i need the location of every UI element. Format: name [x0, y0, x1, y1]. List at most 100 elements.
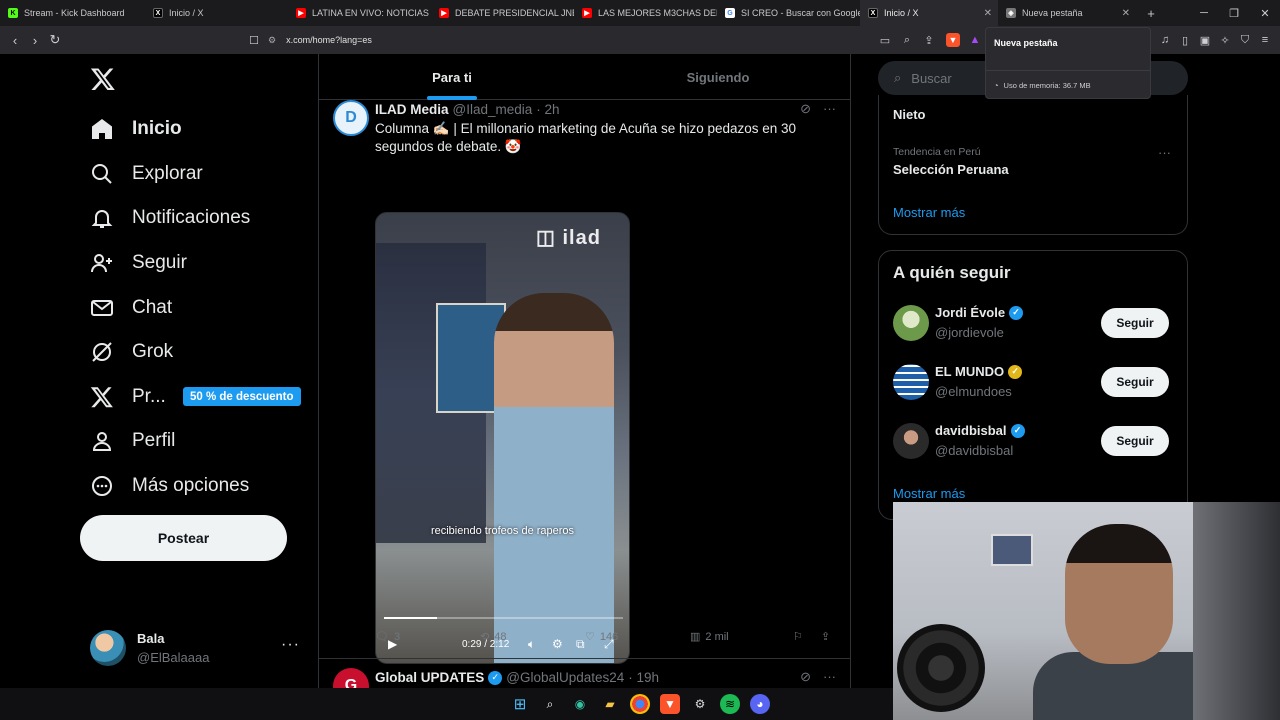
tab-for-you[interactable]: Para ti [319, 54, 585, 100]
sidebar-item-chat[interactable]: Chat [90, 288, 172, 328]
browser-tab[interactable]: X Inicio / X [145, 0, 288, 26]
like-button[interactable]: ♡ 146 [585, 630, 618, 644]
folder-icon[interactable]: ▰ [600, 694, 620, 714]
avatar[interactable] [893, 364, 929, 400]
author-handle[interactable]: @Ilad_media [453, 102, 533, 117]
sidebar-toggle-icon[interactable]: ▯ [1178, 33, 1192, 47]
url-field[interactable]: ⚙ x.com/home?lang=es [268, 30, 968, 50]
user-name[interactable]: davidbisbal [935, 423, 1007, 438]
browser-tab[interactable]: ◈ Nueva pestaña ✕ [998, 0, 1136, 26]
rewards-icon[interactable]: ▲ [968, 33, 982, 47]
music-icon[interactable]: ♫ [1158, 33, 1172, 47]
close-icon[interactable]: ✕ [1122, 8, 1130, 19]
premium-discount-badge[interactable]: 50 % de descuento [183, 387, 301, 406]
post[interactable]: D ILAD Media @Ilad_media · 2h ⊘ ··· Colu… [319, 100, 850, 666]
follow-suggestion[interactable]: Jordi Évole ✓ @jordievole Seguir [893, 303, 1183, 343]
minimize-icon[interactable]: ─ [1189, 0, 1219, 26]
back-icon[interactable]: ‹ [5, 26, 25, 54]
share-icon[interactable]: ⇪ [922, 33, 936, 47]
reply-button[interactable]: 🗨︎ 3 [375, 630, 400, 644]
post-time[interactable]: · 2h [536, 102, 559, 117]
sidebar-item-follow[interactable]: Seguir [90, 243, 187, 283]
browser-tab[interactable]: G SI CREO - Buscar con Google [717, 0, 860, 26]
views-button[interactable]: ▥ 2 mil [690, 630, 729, 644]
post[interactable]: G Global UPDATES ✓ @GlobalUpdates24 · 19… [319, 668, 850, 688]
sidebar-item-home[interactable]: Inicio [90, 109, 182, 149]
sidebar-item-grok[interactable]: Grok [90, 332, 173, 372]
video-progress-bar[interactable] [384, 617, 623, 619]
follow-button[interactable]: Seguir [1101, 308, 1169, 338]
follow-button[interactable]: Seguir [1101, 367, 1169, 397]
vpn-icon[interactable]: ⛉ [1238, 33, 1252, 47]
windows-start-icon[interactable]: ⊞ [510, 694, 530, 714]
maximize-icon[interactable]: ❐ [1219, 0, 1249, 26]
avatar[interactable]: D [333, 100, 369, 136]
brave-icon[interactable]: ▼ [660, 694, 680, 714]
follow-button[interactable]: Seguir [1101, 426, 1169, 456]
user-name[interactable]: EL MUNDO [935, 364, 1004, 379]
site-settings-icon[interactable]: ⚙ [268, 35, 276, 46]
user-handle[interactable]: @jordievole [935, 325, 1004, 340]
user-handle[interactable]: @elmundoes [935, 384, 1012, 399]
window-close-icon[interactable]: ✕ [1250, 0, 1280, 26]
sidebar-item-explore[interactable]: Explorar [90, 154, 203, 194]
more-icon[interactable]: ··· [1158, 145, 1171, 160]
reload-icon[interactable]: ↻ [45, 26, 65, 54]
avatar[interactable]: G [333, 668, 369, 688]
sidebar-item-notifications[interactable]: Notificaciones [90, 198, 250, 238]
user-handle[interactable]: @davidbisbal [935, 443, 1013, 458]
close-icon[interactable]: ✕ [984, 8, 992, 19]
settings-icon[interactable]: ⚙ [690, 694, 710, 714]
trend-item[interactable]: Selección Peruana [893, 162, 1009, 177]
trend-item[interactable]: Nieto [893, 107, 926, 122]
browser-tab[interactable]: ▶ DEBATE PRESIDENCIAL JNE [431, 0, 574, 26]
tab-following[interactable]: Siguiendo [585, 54, 850, 100]
cast-icon[interactable]: ▭ [878, 33, 892, 47]
sidebar-item-profile[interactable]: Perfil [90, 421, 175, 461]
chrome-icon[interactable] [630, 694, 650, 714]
x-logo-icon[interactable] [90, 66, 116, 92]
bookmark-button[interactable]: ⚐ [793, 630, 803, 643]
discord-icon[interactable]: ◕ [750, 694, 770, 714]
wallet-icon[interactable]: ▣ [1198, 33, 1212, 47]
browser-tab-active[interactable]: X Inicio / X ✕ [860, 0, 998, 26]
avatar[interactable] [893, 305, 929, 341]
author-name[interactable]: Global UPDATES [375, 670, 484, 685]
avatar[interactable] [893, 423, 929, 459]
more-icon[interactable]: ··· [823, 101, 836, 117]
more-icon[interactable]: ··· [823, 669, 836, 685]
brave-shield-icon[interactable]: ▼ [946, 33, 960, 47]
grok-icon[interactable]: ⊘ [800, 101, 811, 117]
zoom-icon[interactable]: ⌕ [900, 33, 914, 47]
grok-icon[interactable]: ⊘ [800, 669, 811, 685]
kick-icon: K [8, 8, 18, 18]
user-name[interactable]: Jordi Évole [935, 305, 1005, 320]
post-time[interactable]: · 19h [628, 670, 659, 685]
bookmark-icon[interactable]: ☐ [247, 33, 261, 47]
browser-tab[interactable]: ▶ LAS MEJORES M3CHAS DEL 1E [574, 0, 717, 26]
author-name[interactable]: ILAD Media [375, 102, 449, 117]
show-more-link[interactable]: Mostrar más [893, 486, 965, 501]
edge-icon[interactable]: ◉ [570, 694, 590, 714]
forward-icon[interactable]: › [25, 26, 45, 54]
spotify-icon[interactable]: ≋ [720, 694, 740, 714]
browser-tab[interactable]: ▶ LATINA EN VIVO: NOTICIAS DE [288, 0, 431, 26]
video-player[interactable]: ◫ ilad recibiendo trofeos de raperos ▶ 0… [375, 212, 630, 664]
search-icon[interactable]: ⌕ [540, 694, 560, 714]
show-more-link[interactable]: Mostrar más [893, 205, 965, 220]
sidebar-item-more[interactable]: Más opciones [90, 466, 249, 506]
menu-icon[interactable]: ≡ [1258, 33, 1272, 47]
follow-suggestion[interactable]: davidbisbal ✓ @davidbisbal Seguir [893, 421, 1183, 461]
author-handle[interactable]: @GlobalUpdates24 [506, 670, 624, 685]
account-switcher[interactable]: Bala @ElBalaaaa ··· [90, 626, 310, 670]
follow-suggestion[interactable]: EL MUNDO ✓ @elmundoes Seguir [893, 362, 1183, 402]
repost-button[interactable]: ⟲ 48 [480, 630, 506, 644]
new-tab-button[interactable]: + [1136, 0, 1166, 26]
video-progress-fill [384, 617, 437, 619]
browser-tab[interactable]: K Stream - Kick Dashboard [0, 0, 145, 26]
post-button[interactable]: Postear [80, 515, 287, 561]
extensions-icon[interactable]: ✧ [1218, 33, 1232, 47]
share-button[interactable]: ⇪ [821, 630, 830, 643]
sidebar-item-premium[interactable]: Pr... [90, 377, 166, 417]
more-icon[interactable]: ··· [281, 636, 300, 654]
